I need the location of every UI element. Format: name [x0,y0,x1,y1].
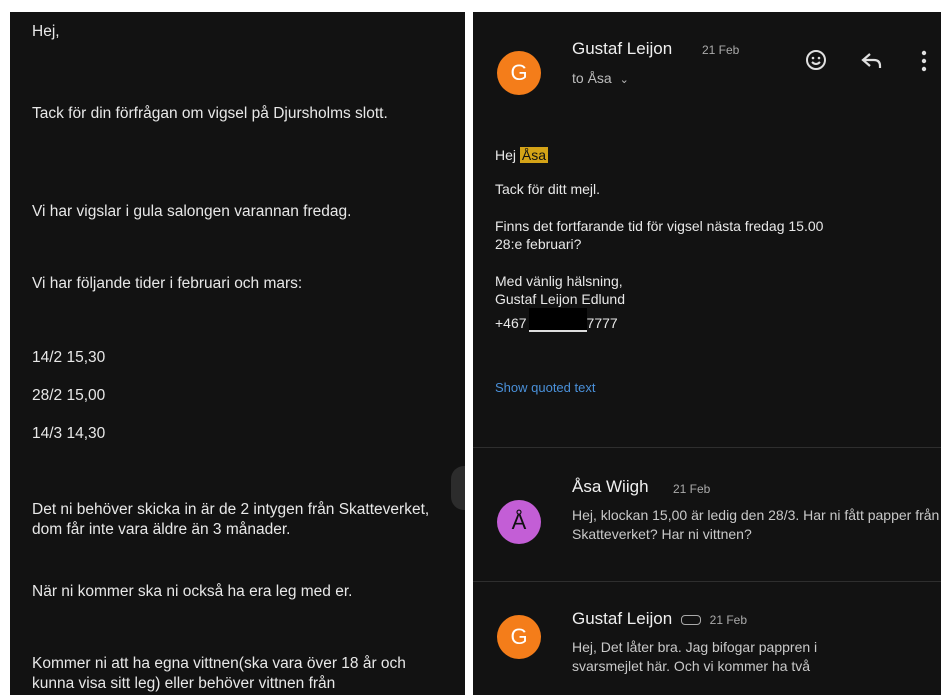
more-vert-icon[interactable] [920,50,928,78]
email-snippet: Hej, klockan 15,00 är ledig den 28/3. Ha… [572,507,940,542]
redaction-bar [528,308,587,332]
greeting: Hej Åsa [495,146,549,164]
signature-line: Med vänlig hälsning, [495,273,623,289]
divider [473,581,941,582]
email-snippet: Hej, Det låter bra. Jag bifogar pappren … [572,639,818,674]
sender-avatar[interactable]: Å [497,500,541,544]
reply-icon[interactable] [860,50,884,78]
email-thread-panel: G Gustaf Leijon 21 Feb to Åsa ⌄ Hej Åsa … [473,12,941,695]
sender-avatar[interactable]: G [497,615,541,659]
sender-name: Åsa Wiigh [572,477,649,496]
time-slot: 14/2 15,30 [32,349,106,366]
message-line: Hej, [32,23,60,40]
sender-name: Gustaf Leijon [572,609,673,628]
message-line: Det ni behöver skicka in är de 2 intygen… [32,501,430,538]
message-line: Vi har vigslar i gula salongen varannan … [32,203,352,220]
sender-avatar[interactable]: G [497,51,541,95]
greeting-prefix: Hej [495,147,517,163]
top-caption-strip [0,0,941,12]
time-slot: 14/3 14,30 [32,425,106,442]
scroll-handle[interactable] [451,466,465,510]
signature-line: Gustaf Leijon Edlund [495,291,625,307]
show-quoted-text-link[interactable]: Show quoted text [495,380,595,395]
email-date: 21 Feb [673,482,711,496]
message-line: Vi har följande tider i februari och mar… [32,275,303,292]
body-line: Tack för ditt mejl. [495,181,601,197]
sender-header: Gustaf Leijon 21 Feb [572,609,747,629]
email-date: 21 Feb [709,613,748,627]
phone-number: +467 7777 [495,308,618,332]
body-line: 28:e februari? [495,236,582,252]
phone-suffix: 7777 [586,315,618,331]
message-line: Tack för din förfrågan om vigsel på Djur… [32,105,388,122]
emoji-icon[interactable] [804,48,828,78]
email-date: 21 Feb [702,43,740,57]
highlighted-name: Åsa [519,147,549,163]
attachment-icon [680,614,701,625]
chevron-down-icon: ⌄ [619,74,629,86]
recipient-toggle[interactable]: to Åsa ⌄ [572,70,629,86]
left-email-panel: Hej, Tack för din förfrågan om vigsel på… [10,12,465,695]
sender-name: Gustaf Leijon [572,39,673,58]
time-slot: 28/2 15,00 [32,387,106,404]
phone-prefix: +467 [495,315,527,331]
message-line: När ni kommer ska ni också ha era leg me… [32,583,353,600]
recipient-label: to Åsa [572,70,612,86]
body-line: Finns det fortfarande tid för vigsel näs… [495,218,824,234]
message-line: Kommer ni att ha egna vittnen(ska vara ö… [32,655,406,692]
divider [473,447,941,448]
